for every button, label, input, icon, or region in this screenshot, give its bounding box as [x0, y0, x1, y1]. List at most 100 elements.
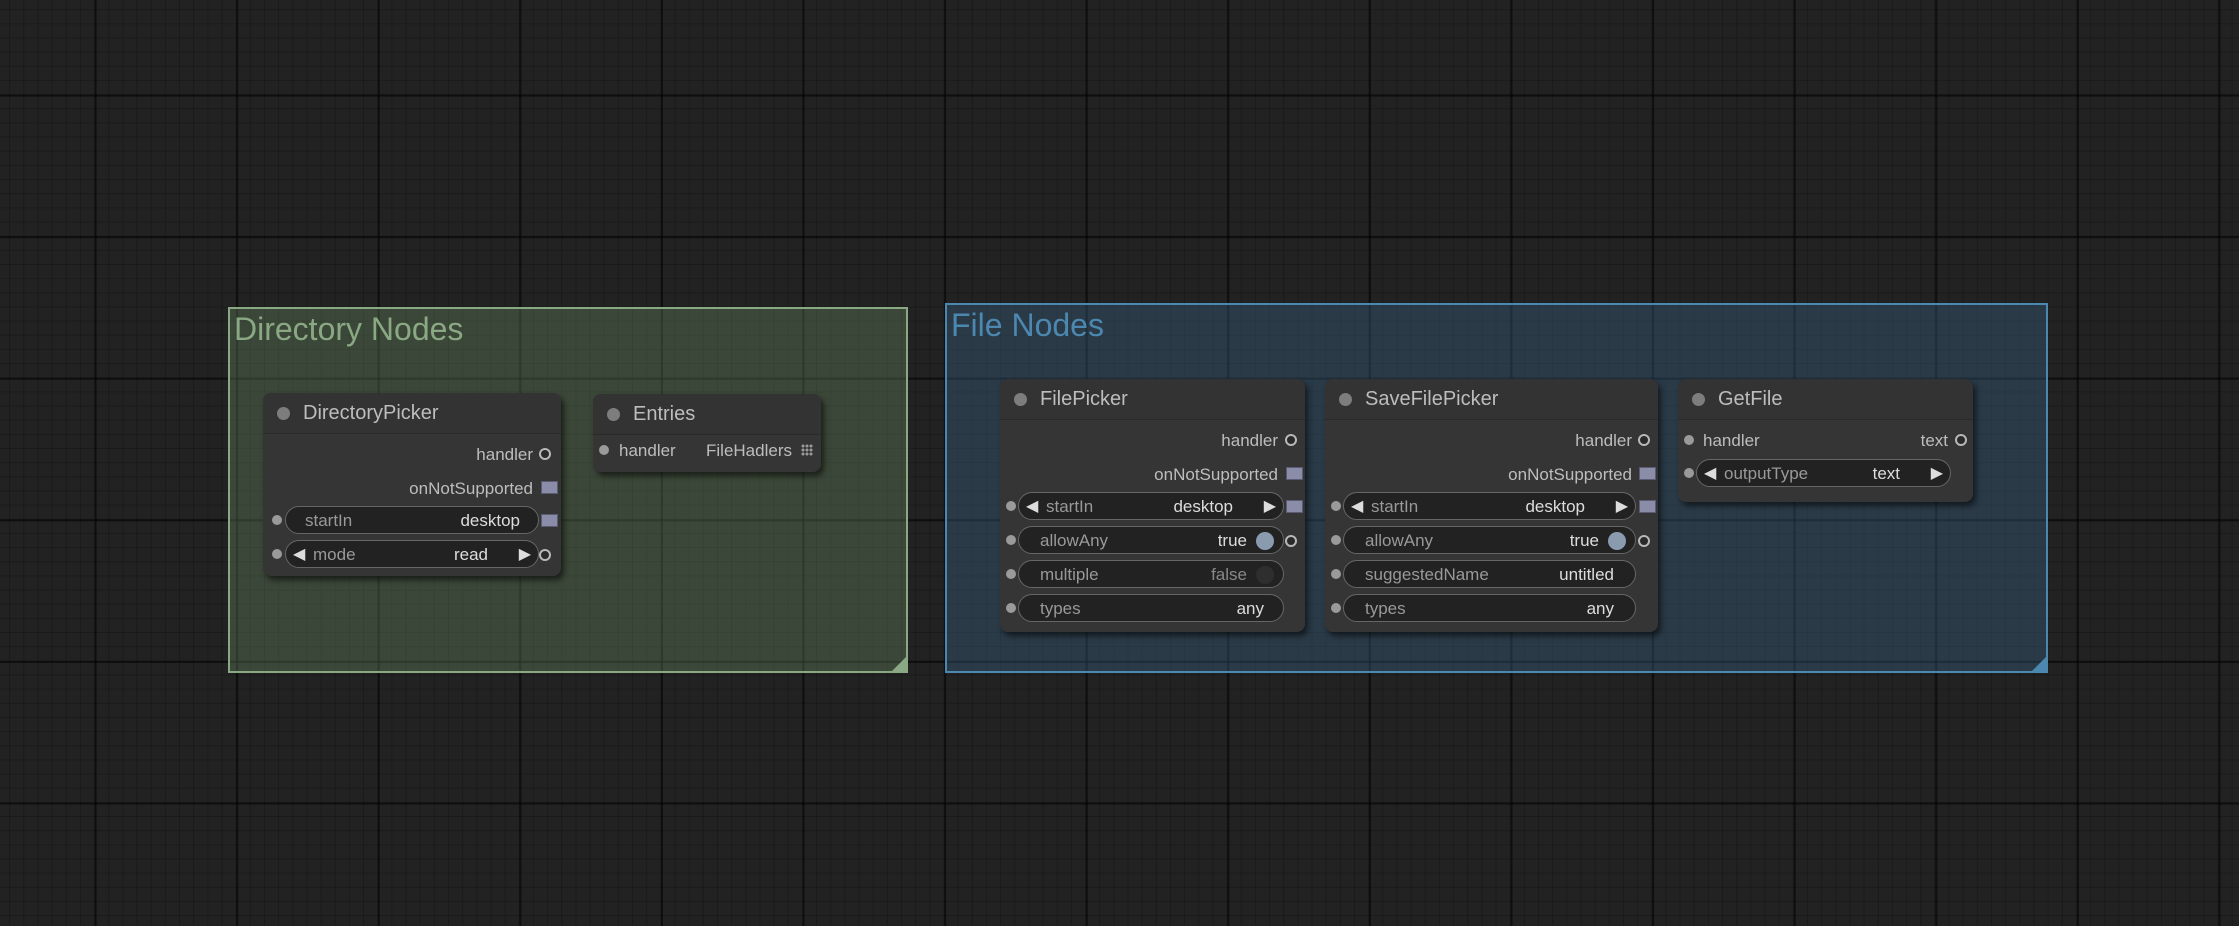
- node-title: FilePicker: [1040, 388, 1128, 410]
- widget-suggestedname[interactable]: suggestedName untitled: [1343, 560, 1636, 588]
- widget-value: read: [453, 545, 488, 564]
- node-title-bar[interactable]: SaveFilePicker: [1325, 379, 1658, 420]
- widget-types[interactable]: types any: [1343, 594, 1636, 622]
- input-slot-allowany[interactable]: [1331, 535, 1341, 545]
- toggle-on-indicator[interactable]: [1256, 532, 1274, 550]
- widget-name: startIn: [305, 511, 353, 530]
- output-slot-allowany[interactable]: [1285, 535, 1297, 547]
- input-slot-handler[interactable]: [1684, 435, 1694, 445]
- input-slot-mode[interactable]: [272, 549, 282, 559]
- node-title: SaveFilePicker: [1365, 388, 1499, 410]
- output-label-onnotsupported: onNotSupported: [1508, 465, 1632, 484]
- output-slot-startin[interactable]: [541, 514, 558, 527]
- group-resize-handle[interactable]: [2032, 657, 2046, 671]
- arrow-left-icon[interactable]: ◀: [1351, 496, 1363, 516]
- widget-startin[interactable]: ◀ startIn desktop ▶: [1018, 492, 1284, 520]
- input-slot-types[interactable]: [1331, 603, 1341, 613]
- widget-startin[interactable]: ◀ startIn desktop ▶: [1343, 492, 1636, 520]
- output-slot-onnotsupported[interactable]: [1286, 467, 1303, 480]
- input-slot-types[interactable]: [1006, 603, 1016, 613]
- collapse-dot[interactable]: [607, 408, 620, 421]
- output-label-onnotsupported: onNotSupported: [409, 479, 533, 498]
- output-label-text: text: [1920, 431, 1948, 450]
- widget-name: types: [1040, 599, 1081, 618]
- output-slot-handler[interactable]: [1638, 434, 1650, 446]
- node-title: GetFile: [1718, 388, 1783, 410]
- input-slot-handler[interactable]: [599, 445, 609, 455]
- arrow-right-icon[interactable]: ▶: [1616, 496, 1628, 516]
- widget-name: startIn: [1046, 497, 1094, 516]
- widget-value: untitled: [1559, 565, 1614, 584]
- output-label-handler: handler: [476, 445, 533, 464]
- output-slot-allowany[interactable]: [1638, 535, 1650, 547]
- node-title-bar[interactable]: GetFile: [1678, 379, 1973, 420]
- arrow-left-icon[interactable]: ◀: [1704, 463, 1716, 483]
- group-title: Directory Nodes: [234, 311, 464, 347]
- node-directory-picker[interactable]: DirectoryPicker handler onNotSupported s…: [263, 393, 561, 576]
- input-label-handler: handler: [619, 441, 676, 460]
- toggle-off-indicator[interactable]: [1256, 566, 1274, 584]
- collapse-dot[interactable]: [1692, 393, 1705, 406]
- input-slot-startin[interactable]: [272, 515, 282, 525]
- node-title-bar[interactable]: DirectoryPicker: [263, 393, 561, 434]
- widget-value: any: [1586, 599, 1614, 618]
- widget-types[interactable]: types any: [1018, 594, 1284, 622]
- widget-allowany[interactable]: allowAny true: [1018, 526, 1284, 554]
- node-title: DirectoryPicker: [303, 402, 439, 424]
- collapse-dot[interactable]: [277, 407, 290, 420]
- node-title-bar[interactable]: Entries: [593, 394, 821, 435]
- output-label-onnotsupported: onNotSupported: [1154, 465, 1278, 484]
- widget-value: desktop: [1173, 497, 1233, 516]
- widget-allowany[interactable]: allowAny true: [1343, 526, 1636, 554]
- node-title-bar[interactable]: FilePicker: [1000, 379, 1305, 420]
- widget-name: allowAny: [1365, 531, 1434, 550]
- input-label-handler: handler: [1703, 431, 1760, 450]
- widget-name: multiple: [1040, 565, 1099, 584]
- widget-name: outputType: [1724, 464, 1809, 483]
- list-grid-icon[interactable]: [801, 444, 813, 456]
- output-slot-handler[interactable]: [1285, 434, 1297, 446]
- input-slot-outputtype[interactable]: [1684, 468, 1694, 478]
- output-slot-startin[interactable]: [1286, 500, 1303, 513]
- arrow-left-icon[interactable]: ◀: [1026, 496, 1038, 516]
- widget-value: text: [1872, 464, 1900, 483]
- arrow-right-icon[interactable]: ▶: [1931, 463, 1943, 483]
- output-slot-mode[interactable]: [539, 549, 551, 561]
- input-slot-allowany[interactable]: [1006, 535, 1016, 545]
- widget-name: types: [1365, 599, 1406, 618]
- widget-multiple[interactable]: multiple false: [1018, 560, 1284, 588]
- widget-name: allowAny: [1040, 531, 1109, 550]
- widget-outputtype[interactable]: ◀ outputType text ▶: [1696, 459, 1951, 487]
- output-label-handler: handler: [1575, 431, 1632, 450]
- widget-value: false: [1211, 565, 1247, 584]
- node-file-picker[interactable]: FilePicker handler onNotSupported ◀ star…: [1000, 379, 1305, 632]
- group-resize-handle[interactable]: [892, 657, 906, 671]
- widget-value: desktop: [460, 511, 520, 530]
- group-title: File Nodes: [951, 307, 1104, 343]
- node-entries[interactable]: Entries handler FileHadlers: [593, 394, 821, 472]
- toggle-on-indicator[interactable]: [1608, 532, 1626, 550]
- input-slot-startin[interactable]: [1006, 501, 1016, 511]
- widget-value: any: [1236, 599, 1264, 618]
- output-slot-onnotsupported[interactable]: [1639, 467, 1656, 480]
- arrow-right-icon[interactable]: ▶: [519, 544, 531, 564]
- collapse-dot[interactable]: [1014, 393, 1027, 406]
- input-slot-multiple[interactable]: [1006, 569, 1016, 579]
- arrow-left-icon[interactable]: ◀: [293, 544, 305, 564]
- output-label-filehadlers: FileHadlers: [706, 441, 792, 460]
- node-get-file[interactable]: GetFile handler text ◀ outputType text ▶: [1678, 379, 1973, 502]
- node-save-file-picker[interactable]: SaveFilePicker handler onNotSupported ◀ …: [1325, 379, 1658, 632]
- output-slot-handler[interactable]: [539, 448, 551, 460]
- input-slot-suggestedname[interactable]: [1331, 569, 1341, 579]
- arrow-right-icon[interactable]: ▶: [1264, 496, 1276, 516]
- widget-startin[interactable]: startIn desktop: [285, 506, 539, 534]
- collapse-dot[interactable]: [1339, 393, 1352, 406]
- output-slot-onnotsupported[interactable]: [541, 481, 558, 494]
- widget-value: true: [1569, 531, 1599, 550]
- widget-value: desktop: [1525, 497, 1585, 516]
- widget-name: startIn: [1371, 497, 1419, 516]
- input-slot-startin[interactable]: [1331, 501, 1341, 511]
- output-slot-text[interactable]: [1955, 434, 1967, 446]
- output-slot-startin[interactable]: [1639, 500, 1656, 513]
- widget-mode[interactable]: ◀ mode read ▶: [285, 540, 539, 568]
